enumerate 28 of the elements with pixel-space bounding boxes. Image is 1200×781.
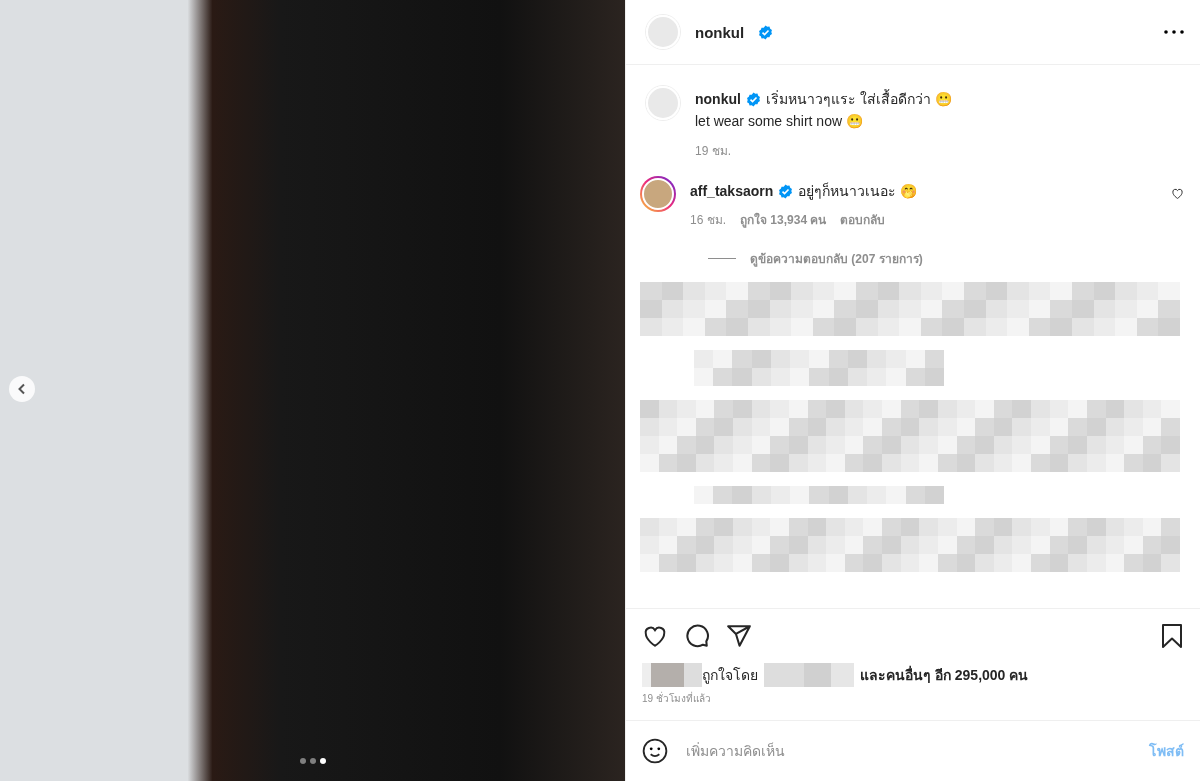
reply-link[interactable]: ตอบกลับ xyxy=(840,210,886,229)
avatar[interactable] xyxy=(640,176,676,212)
carousel-dot[interactable] xyxy=(309,758,316,764)
blurred-avatar xyxy=(642,663,702,687)
likes-count[interactable]: และคนอื่นๆ อีก 295,000 คน xyxy=(860,664,1029,686)
post-time: 19 ชั่วโมงที่แล้ว xyxy=(642,691,712,706)
share-icon[interactable] xyxy=(726,623,752,649)
comment-likes[interactable]: ถูกใจ 13,934 คน xyxy=(740,210,827,229)
previous-button[interactable] xyxy=(9,376,35,402)
bookmark-icon[interactable] xyxy=(1160,623,1184,649)
comment-text: อยู่ๆก็หนาวเนอะ 🤭 xyxy=(798,181,918,202)
caption-text: let wear some shirt now 😬 xyxy=(695,113,864,129)
view-replies-link[interactable]: ดูข้อความตอบกลับ (207 รายการ) xyxy=(750,249,923,268)
caption-text: เริ่มหนาวๆแระ ใส่เสื้อดีกว่า 😬 xyxy=(765,88,952,109)
chevron-left-icon xyxy=(17,383,27,395)
comment-icon[interactable] xyxy=(684,623,710,649)
likes-label: ถูกใจโดย xyxy=(702,666,758,686)
caption-username[interactable]: nonkul xyxy=(695,91,741,107)
more-options-icon[interactable] xyxy=(1164,30,1184,34)
carousel-dot[interactable] xyxy=(299,758,306,764)
caption-time: 19 ชม. xyxy=(695,143,732,160)
emoji-icon[interactable] xyxy=(642,738,668,764)
carousel-dot[interactable] xyxy=(319,758,326,764)
comment-time[interactable]: 16 ชม. xyxy=(690,210,726,229)
comment-username[interactable]: aff_taksaorn xyxy=(690,183,774,199)
comment-like-icon[interactable] xyxy=(1171,187,1184,200)
username[interactable]: nonkul xyxy=(695,23,745,41)
comment-input[interactable]: เพิ่มความคิดเห็น xyxy=(684,742,1133,760)
